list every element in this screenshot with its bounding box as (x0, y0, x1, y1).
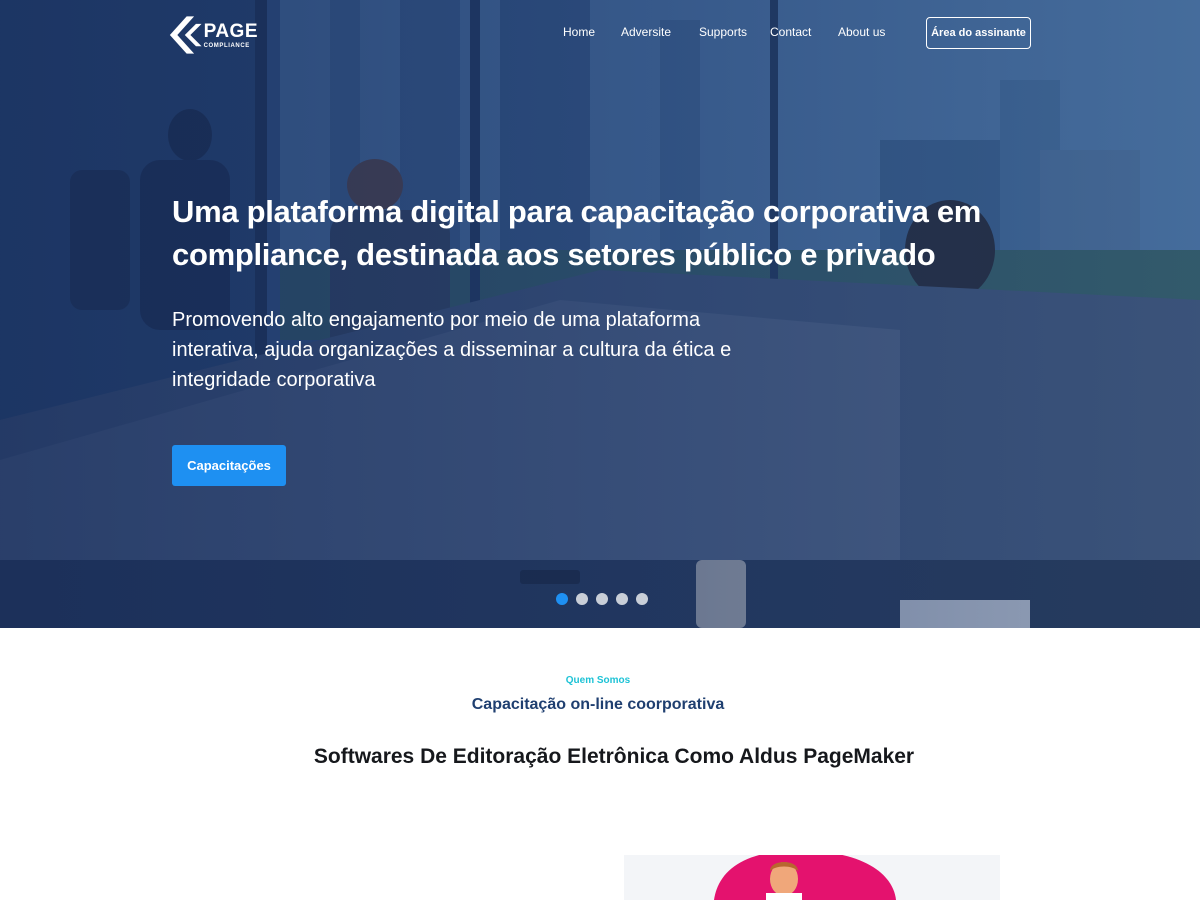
carousel-dot[interactable] (576, 593, 588, 605)
carousel-dot[interactable] (636, 593, 648, 605)
carousel-dot[interactable] (556, 593, 568, 605)
hero-title: Uma plataforma digital para capacitação … (172, 194, 982, 272)
carousel-dots (556, 593, 648, 605)
about-title: Capacitação on-line coorporativa (471, 696, 725, 713)
brand-name: PAGE (203, 20, 258, 42)
nav-contact[interactable]: Contact (770, 25, 811, 39)
hero-banner: PAGE COMPLIANCE Home Adversite Supports … (0, 0, 1200, 628)
about-eyebrow: Quem Somos (565, 675, 631, 686)
capacitacoes-button[interactable]: Capacitações (172, 445, 286, 486)
brand-wordmark: PAGE COMPLIANCE (204, 22, 258, 49)
nav-supports[interactable]: Supports (699, 25, 747, 39)
nav-adversite[interactable]: Adversite (621, 25, 671, 39)
hero-subtitle: Promovendo alto engajamento por meio de … (172, 309, 732, 391)
brand-logo[interactable]: PAGE COMPLIANCE (168, 12, 258, 58)
nav-home[interactable]: Home (563, 25, 595, 39)
brand-chevron-icon (169, 16, 202, 54)
person-illustration-image (714, 855, 896, 900)
about-illustration (624, 855, 1000, 900)
subscriber-area-button[interactable]: Área do assinante (926, 17, 1031, 49)
nav-about-us[interactable]: About us (838, 25, 885, 39)
carousel-dot[interactable] (596, 593, 608, 605)
carousel-dot[interactable] (616, 593, 628, 605)
brand-tagline: COMPLIANCE (203, 42, 250, 49)
section-heading: Softwares De Editoração Eletrônica Como … (313, 745, 915, 768)
